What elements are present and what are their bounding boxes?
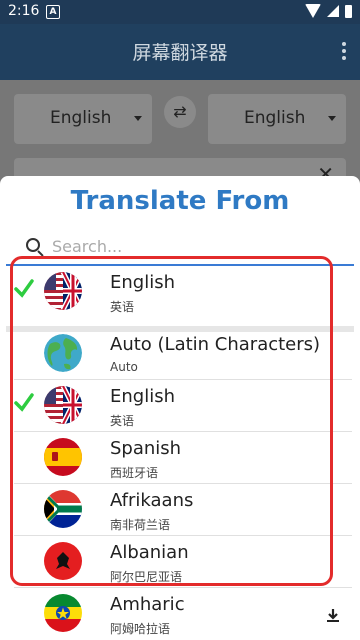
spain-flag-icon [44, 438, 82, 476]
language-item-albanian[interactable]: Albanian 阿尔巴尼亚语 [0, 536, 360, 588]
language-item-auto[interactable]: Auto (Latin Characters) Auto [0, 328, 360, 380]
language-native-name: Auto [110, 360, 138, 374]
signal-icon [327, 5, 339, 17]
albania-flag-icon [44, 542, 82, 580]
language-name: Amharic [110, 594, 185, 615]
target-language-dropdown[interactable]: English [208, 94, 346, 144]
download-icon[interactable] [326, 608, 340, 622]
app-bar: 屏幕翻译器 [0, 24, 360, 80]
language-name: English [110, 272, 175, 293]
language-name: Auto (Latin Characters) [110, 334, 321, 355]
status-time: 2:16 [8, 3, 40, 19]
wifi-icon [305, 4, 321, 18]
language-name: Spanish [110, 438, 182, 459]
language-name: Afrikaans [110, 490, 194, 511]
language-selector-row: English ⇄ English [14, 94, 346, 144]
search-bar [22, 234, 342, 258]
language-name: English [110, 386, 175, 407]
search-icon [26, 238, 40, 252]
target-language-label: English [244, 108, 306, 128]
source-language-label: English [50, 108, 112, 128]
language-item-english[interactable]: English 英语 [0, 380, 360, 432]
language-native-name: 阿尔巴尼亚语 [110, 570, 183, 584]
status-bar: 2:16 A [0, 0, 360, 24]
language-item-spanish[interactable]: Spanish 西班牙语 [0, 432, 360, 484]
checkmark-icon [14, 393, 34, 412]
battery-icon [345, 4, 352, 18]
language-native-name: 阿姆哈拉语 [110, 622, 171, 636]
more-options-icon[interactable] [342, 42, 346, 63]
source-language-dropdown[interactable]: English [14, 94, 152, 144]
language-native-name: 英语 [110, 300, 135, 314]
checkmark-icon [14, 279, 34, 298]
language-picker-sheet: Translate From Englis [0, 176, 360, 640]
swap-languages-icon[interactable]: ⇄ [164, 96, 196, 128]
sheet-title: Translate From [70, 186, 290, 216]
south-africa-flag-icon [44, 490, 82, 528]
language-item-amharic[interactable]: Amharic 阿姆哈拉语 [0, 588, 360, 640]
app-title: 屏幕翻译器 [132, 42, 228, 64]
us-uk-flag-icon [44, 272, 82, 310]
ethiopia-flag-icon [44, 594, 82, 632]
chevron-down-icon [328, 116, 336, 121]
us-uk-flag-icon [44, 386, 82, 424]
language-native-name: 西班牙语 [110, 466, 159, 480]
language-native-name: 南非荷兰语 [110, 518, 171, 532]
language-item-afrikaans[interactable]: Afrikaans 南非荷兰语 [0, 484, 360, 536]
language-item-english[interactable]: English 英语 [0, 266, 360, 318]
language-native-name: 英语 [110, 414, 135, 428]
chevron-down-icon [134, 116, 142, 121]
notification-icon: A [46, 5, 60, 19]
globe-icon [44, 334, 82, 372]
language-name: Albanian [110, 542, 189, 563]
search-input[interactable] [52, 234, 332, 258]
